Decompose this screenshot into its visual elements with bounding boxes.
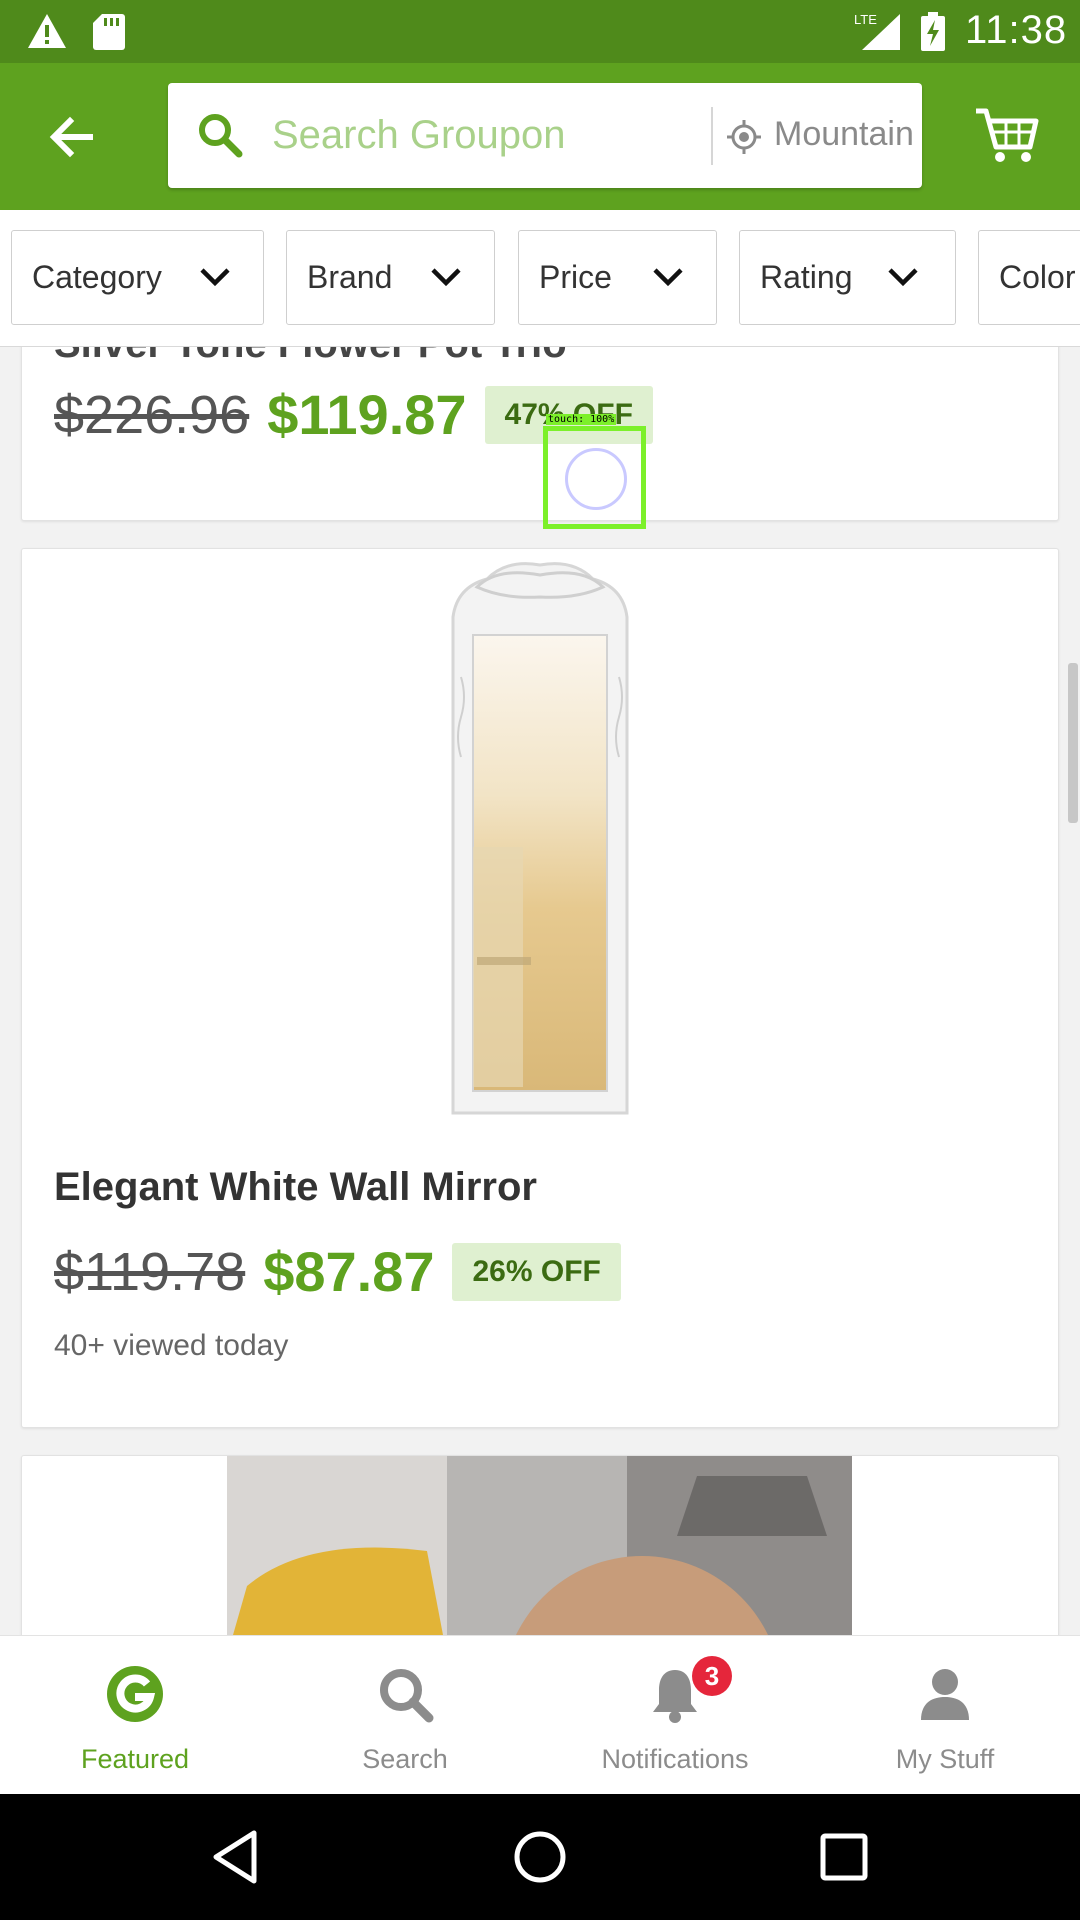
touch-point <box>565 448 627 510</box>
filter-category[interactable]: Category <box>11 230 264 325</box>
sale-price: $119.87 <box>267 383 467 446</box>
filter-label: Price <box>539 259 612 295</box>
status-time: 11:38 <box>965 8 1068 52</box>
location-label[interactable]: Mountain View <box>774 115 914 154</box>
deal-image <box>227 1456 852 1635</box>
deal-card[interactable] <box>21 1455 1059 1635</box>
deal-title: Elegant White Wall Mirror <box>54 1165 537 1209</box>
battery-charging-icon <box>921 12 945 51</box>
original-price: $226.96 <box>54 384 250 445</box>
recents-square-icon[interactable] <box>814 1827 874 1887</box>
filter-label: Category <box>32 259 162 295</box>
groupon-g-icon <box>107 1666 163 1722</box>
nav-featured[interactable]: Featured <box>0 1636 270 1795</box>
nav-label: Search <box>362 1744 448 1774</box>
filter-label: Rating <box>760 259 853 295</box>
nav-label: Notifications <box>601 1744 749 1774</box>
deal-image <box>451 562 629 1115</box>
search-input[interactable] <box>272 105 852 165</box>
nav-label: My Stuff <box>895 1744 995 1774</box>
signal-icon: LTE <box>854 12 900 50</box>
deal-list: Silver Tone Flower Pot Trio $226.96 $119… <box>0 347 1080 1635</box>
filter-rating[interactable]: Rating <box>739 230 956 325</box>
nav-notifications[interactable]: 3 Notifications <box>540 1636 810 1795</box>
search-divider <box>711 107 713 165</box>
app-bar: Mountain View <box>0 63 1080 210</box>
bottom-navigation: Featured Search 3 Notifications My Stuff <box>0 1635 1080 1794</box>
filter-color[interactable]: Color <box>978 230 1080 325</box>
nav-my-stuff[interactable]: My Stuff <box>810 1636 1080 1795</box>
chevron-down-icon <box>653 268 683 287</box>
home-circle-icon[interactable] <box>510 1827 570 1887</box>
deal-title: Silver Tone Flower Pot Trio <box>54 347 567 367</box>
person-icon <box>921 1669 969 1720</box>
filter-brand[interactable]: Brand <box>286 230 495 325</box>
filter-label: Color <box>999 259 1076 295</box>
search-bar[interactable]: Mountain View <box>168 83 922 188</box>
filter-label: Brand <box>307 259 393 295</box>
original-price: $119.78 <box>54 1241 246 1302</box>
nav-search[interactable]: Search <box>270 1636 540 1795</box>
scrollbar[interactable] <box>1068 663 1078 823</box>
search-icon <box>380 1669 434 1723</box>
chevron-down-icon <box>200 268 230 287</box>
sale-price: $87.87 <box>263 1240 435 1303</box>
discount-badge: 26% OFF <box>452 1242 621 1301</box>
sd-card-icon <box>93 14 125 50</box>
filter-bar: Category Brand Price Rating Color <box>0 210 1080 347</box>
chevron-down-icon <box>431 268 461 287</box>
back-arrow-icon[interactable] <box>40 105 104 169</box>
deal-card[interactable]: Silver Tone Flower Pot Trio $226.96 $119… <box>21 347 1059 521</box>
back-triangle-icon[interactable] <box>208 1827 268 1887</box>
filter-price[interactable]: Price <box>518 230 717 325</box>
cart-icon[interactable] <box>972 99 1042 169</box>
status-bar: LTE 11:38 <box>0 0 1080 63</box>
search-icon <box>199 114 243 158</box>
system-navigation <box>0 1794 1080 1920</box>
nav-label: Featured <box>80 1744 190 1774</box>
warning-icon <box>28 14 66 48</box>
touch-label: touch: 100% <box>546 414 617 425</box>
price-row: $119.78 $87.87 26% OFF <box>54 1239 621 1304</box>
svg-text:LTE: LTE <box>854 12 877 27</box>
notification-badge: 3 <box>692 1656 732 1696</box>
viewed-count: 40+ viewed today <box>54 1329 289 1362</box>
chevron-down-icon <box>888 268 918 287</box>
location-icon[interactable] <box>726 119 762 155</box>
deal-card[interactable]: Elegant White Wall Mirror $119.78 $87.87… <box>21 548 1059 1428</box>
